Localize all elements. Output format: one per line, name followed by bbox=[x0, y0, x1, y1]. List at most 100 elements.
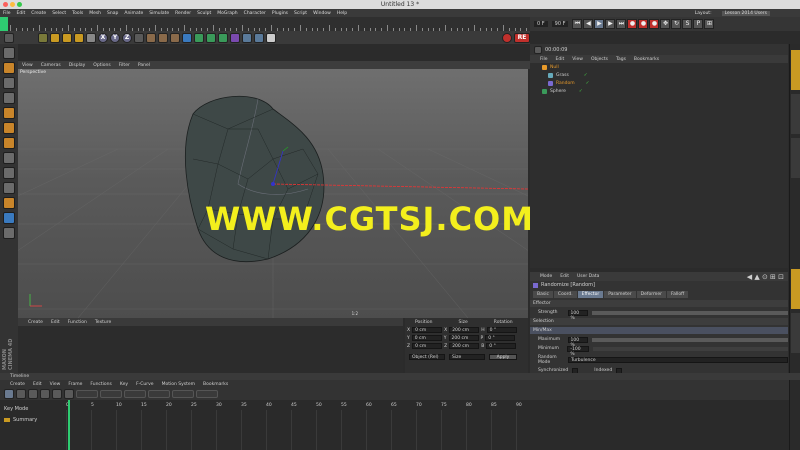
menu-script[interactable]: Script bbox=[294, 11, 307, 16]
rotate-tool-icon[interactable] bbox=[74, 32, 84, 43]
keyframe-icon[interactable]: ● bbox=[649, 19, 660, 29]
top-frame-ruler[interactable] bbox=[0, 17, 530, 31]
model-mode-icon[interactable] bbox=[3, 62, 15, 74]
vp-menu-display[interactable]: Display bbox=[69, 63, 86, 68]
object-row-random[interactable]: Random ✓ bbox=[530, 79, 788, 87]
rot-p-field[interactable]: 0 ° bbox=[485, 335, 516, 341]
tweak-mode-icon[interactable] bbox=[3, 167, 15, 179]
tab-objects[interactable] bbox=[791, 50, 800, 90]
vp-menu-view[interactable]: View bbox=[22, 63, 33, 68]
tl-menu-motion[interactable]: Motion System bbox=[162, 382, 195, 387]
interp-ease-button[interactable] bbox=[196, 390, 218, 398]
spline-icon[interactable] bbox=[3, 227, 15, 239]
menu-sculpt[interactable]: Sculpt bbox=[197, 11, 211, 16]
minimum-field[interactable]: -100 % bbox=[567, 345, 589, 357]
cube-icon[interactable] bbox=[182, 32, 192, 43]
interp-linear-button[interactable] bbox=[100, 390, 122, 398]
minimize-icon[interactable] bbox=[10, 2, 15, 7]
coord-mode-select[interactable]: Object (Rel) bbox=[409, 354, 445, 360]
array-icon[interactable] bbox=[218, 32, 228, 43]
interp-ease-out-button[interactable] bbox=[172, 390, 194, 398]
menu-help[interactable]: Help bbox=[337, 11, 347, 16]
menu-plugins[interactable]: Plugins bbox=[272, 11, 288, 16]
fcurve-mode-icon[interactable] bbox=[16, 389, 26, 399]
frame-icon[interactable] bbox=[64, 389, 74, 399]
frame-field[interactable]: 0 F bbox=[534, 21, 548, 27]
go-start-icon[interactable]: ⏮ bbox=[572, 19, 583, 29]
maximum-field[interactable]: 100 % bbox=[567, 336, 588, 348]
next-frame-icon[interactable]: ▶ bbox=[605, 19, 616, 29]
soft-select-icon[interactable] bbox=[3, 212, 15, 224]
pen-icon[interactable] bbox=[194, 32, 204, 43]
render-view-icon[interactable] bbox=[146, 32, 156, 43]
strength-slider[interactable] bbox=[591, 310, 788, 315]
tab-layers[interactable] bbox=[791, 313, 800, 353]
strength-field[interactable]: 100 % bbox=[567, 309, 588, 321]
param-key-icon[interactable]: P bbox=[693, 19, 704, 29]
axis-mode-icon[interactable] bbox=[3, 152, 15, 164]
tl-menu-key[interactable]: Key bbox=[120, 382, 128, 387]
select-tool-icon[interactable] bbox=[38, 32, 48, 43]
layout-select[interactable]: Lesson 2014 Users bbox=[721, 10, 770, 16]
edges-mode-icon[interactable] bbox=[3, 122, 15, 134]
om-menu-edit[interactable]: Edit bbox=[556, 57, 565, 62]
vp-menu-panel[interactable]: Panel bbox=[138, 63, 150, 68]
object-row-null[interactable]: Null bbox=[530, 63, 788, 71]
tab-basic[interactable]: Basic bbox=[533, 291, 553, 298]
timeline-ruler[interactable]: 051015202530354045505560657075808590 bbox=[66, 403, 522, 450]
coord-size-select[interactable]: Size bbox=[449, 354, 485, 360]
object-row-grass[interactable]: Grass ✓ bbox=[530, 71, 788, 79]
nurbs-icon[interactable] bbox=[206, 32, 216, 43]
grid-key-icon[interactable]: ⊞ bbox=[704, 19, 715, 29]
om-menu-view[interactable]: View bbox=[572, 57, 583, 62]
maximum-slider[interactable] bbox=[591, 337, 788, 342]
snap-icon[interactable] bbox=[3, 182, 15, 194]
scene-icon[interactable] bbox=[242, 32, 252, 43]
attr-menu-userdata[interactable]: User Data bbox=[577, 274, 599, 279]
tl-menu-frame[interactable]: Frame bbox=[68, 382, 82, 387]
x-axis-icon[interactable]: X bbox=[98, 32, 108, 43]
vp-menu-filter[interactable]: Filter bbox=[119, 63, 130, 68]
attr-nav-icons[interactable]: ◀ ▲ ⊙ ⊞ ⊡ bbox=[747, 273, 784, 281]
attr-menu-mode[interactable]: Mode bbox=[540, 274, 552, 279]
tab-deformer[interactable]: Deformer bbox=[636, 291, 666, 298]
size-y-field[interactable]: 200 cm bbox=[448, 335, 479, 341]
enabled-check-icon[interactable]: ✓ bbox=[586, 81, 590, 86]
polygons-mode-icon[interactable] bbox=[3, 137, 15, 149]
object-row-sphere[interactable]: Sphere ✓ bbox=[530, 87, 788, 95]
tab-effector[interactable]: Effector bbox=[577, 291, 604, 298]
redshift-icon[interactable]: RE bbox=[514, 32, 530, 43]
end-frame-field[interactable]: 90 F bbox=[551, 21, 569, 27]
size-z-field[interactable]: 200 cm bbox=[449, 343, 480, 349]
om-menu-file[interactable]: File bbox=[540, 57, 548, 62]
mat-menu-create[interactable]: Create bbox=[28, 320, 43, 325]
points-mode-icon[interactable] bbox=[3, 107, 15, 119]
mat-menu-function[interactable]: Function bbox=[68, 320, 87, 325]
pos-x-field[interactable]: 0 cm bbox=[412, 327, 443, 333]
prev-frame-icon[interactable]: ◀ bbox=[583, 19, 594, 29]
autokey-icon[interactable]: ● bbox=[638, 19, 649, 29]
world-coord-icon[interactable] bbox=[134, 32, 144, 43]
mat-menu-edit[interactable]: Edit bbox=[51, 320, 60, 325]
tab-parameter[interactable]: Parameter bbox=[604, 291, 636, 298]
menu-mesh[interactable]: Mesh bbox=[89, 11, 101, 16]
close-icon[interactable] bbox=[3, 2, 8, 7]
menu-animate[interactable]: Animate bbox=[124, 11, 143, 16]
vp-menu-options[interactable]: Options bbox=[93, 63, 110, 68]
move-key-icon[interactable]: ✥ bbox=[660, 19, 671, 29]
texture-mode-icon[interactable] bbox=[3, 77, 15, 89]
play-icon[interactable]: ▶ bbox=[594, 19, 605, 29]
menu-file[interactable]: File bbox=[3, 11, 11, 16]
scale-tool-icon[interactable] bbox=[62, 32, 72, 43]
pos-y-field[interactable]: 0 cm bbox=[411, 335, 442, 341]
random-mode-select[interactable]: Turbulence bbox=[568, 356, 788, 363]
perspective-viewport[interactable]: Perspective 1:2 bbox=[18, 69, 528, 318]
z-axis-icon[interactable]: Z bbox=[122, 32, 132, 43]
light-icon[interactable] bbox=[266, 32, 276, 43]
make-editable-icon[interactable] bbox=[3, 47, 15, 59]
render-settings-icon[interactable] bbox=[170, 32, 180, 43]
rot-h-field[interactable]: 0 ° bbox=[486, 327, 517, 333]
om-menu-objects[interactable]: Objects bbox=[591, 57, 608, 62]
frame-marker[interactable] bbox=[0, 17, 8, 31]
interp-step-button[interactable] bbox=[76, 390, 98, 398]
